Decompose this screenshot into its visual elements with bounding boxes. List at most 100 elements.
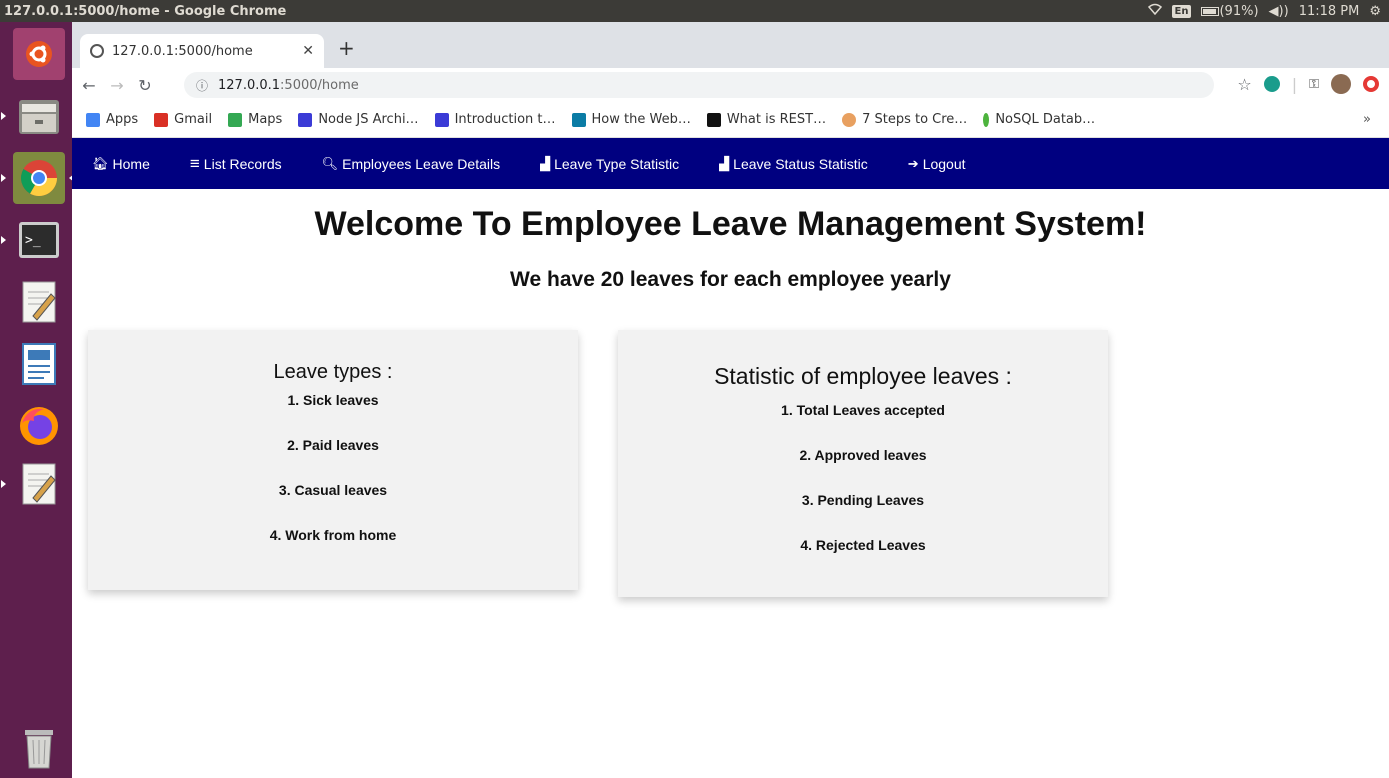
files-icon[interactable] [1, 90, 65, 142]
welcome-heading: Welcome To Employee Leave Management Sys… [72, 205, 1389, 244]
maps-icon [228, 112, 243, 127]
nav-label: Leave Status Statistic [733, 155, 868, 172]
writer-icon[interactable] [13, 338, 65, 390]
list-item: 3. Pending Leaves [801, 492, 925, 508]
leave-types-list: 1. Sick leaves 2. Paid leaves 3. Casual … [88, 392, 578, 572]
bookmark-label: Node JS Archi… [318, 112, 419, 127]
nav-label: Leave Type Statistic [554, 155, 680, 172]
svg-text:>_: >_ [25, 233, 41, 248]
password-key-icon[interactable]: ⚿ [1309, 77, 1319, 92]
bookmark-maps[interactable]: Maps [228, 112, 282, 127]
browser-tab[interactable]: 127.0.0.1:5000/home ✕ [80, 34, 324, 68]
avatar-icon [842, 112, 857, 127]
launcher: >_ [0, 22, 74, 778]
nav-home[interactable]: 🏠︎ Home [92, 156, 150, 172]
bookmark-label: NoSQL Datab… [995, 112, 1096, 127]
bookmark-gmail[interactable]: Gmail [154, 112, 212, 127]
nav-label: Employees Leave Details [342, 155, 501, 172]
volume-icon[interactable]: ◀)) [1269, 4, 1289, 19]
adblock-icon[interactable] [1363, 76, 1379, 92]
bookmarks-overflow-button[interactable]: » [1363, 112, 1371, 127]
bookmark-introduction[interactable]: Introduction t… [434, 112, 556, 127]
area-chart-icon: ▟ [540, 155, 551, 171]
firefox-icon[interactable] [13, 400, 65, 452]
leave-allowance-text: We have 20 leaves for each employee year… [510, 268, 951, 291]
url-host: 127.0.0.1 [218, 77, 281, 93]
nav-label: List Records [203, 155, 282, 172]
globe-icon [90, 44, 104, 58]
back-button[interactable]: ← [78, 76, 100, 95]
bookmarks-bar: Apps Gmail Maps Node JS Archi… Introduct… [72, 102, 1389, 138]
list-item: 2. Paid leaves [287, 437, 379, 453]
ubuntu-icon[interactable] [13, 28, 65, 80]
leave-statistics-list: 1. Total Leaves accepted 2. Approved lea… [618, 402, 1108, 582]
toolbar-extensions: ☆ | ⚿ [1237, 74, 1379, 94]
list-item: 3. Casual leaves [278, 482, 388, 498]
bookmark-label: Gmail [174, 112, 213, 127]
bookmark-apps[interactable]: Apps [86, 112, 138, 127]
chrome-icon[interactable] [1, 152, 74, 204]
logout-icon: ➔ [907, 155, 919, 171]
bookmark-label: Apps [106, 112, 139, 127]
bookmark-label: How the Web… [591, 112, 691, 127]
app-navbar: 🏠︎ Home ≡ List Records 🔍︎ Employees Leave D… [72, 138, 1389, 189]
dev-icon [298, 112, 313, 127]
home-icon: 🏠︎ [92, 155, 109, 171]
address-bar[interactable]: ⓘ 127.0.0.1:5000/home [184, 72, 1214, 98]
window-title: 127.0.0.1:5000/home - Google Chrome [4, 3, 287, 19]
toolbar-divider: | [1291, 74, 1298, 94]
bookmark-star-icon[interactable]: ☆ [1237, 75, 1251, 94]
dev-icon [434, 112, 449, 127]
tab-title: 127.0.0.1:5000/home [112, 43, 253, 59]
bookmark-what-is-rest[interactable]: What is REST… [706, 112, 827, 127]
profile-avatar[interactable] [1331, 74, 1351, 94]
keyboard-layout-indicator[interactable]: En [1171, 4, 1192, 18]
bookmark-7-steps[interactable]: 7 Steps to Cre… [842, 112, 967, 127]
leave-types-card: Leave types : 1. Sick leaves 2. Paid lea… [88, 330, 578, 590]
list-icon: ≡ [189, 153, 200, 173]
bookmark-label: Introduction t… [454, 112, 556, 127]
area-chart-icon: ▟ [719, 155, 730, 171]
list-item: 4. Rejected Leaves [800, 537, 926, 553]
bookmark-label: What is REST… [726, 112, 827, 127]
web-icon [571, 112, 586, 127]
leave-statistics-title: Statistic of employee leaves : [714, 363, 1012, 389]
nav-list-records[interactable]: ≡ List Records [190, 154, 282, 174]
bookmark-node-js[interactable]: Node JS Archi… [298, 112, 419, 127]
gmail-icon [154, 112, 169, 127]
clock[interactable]: 11:18 PM [1299, 4, 1360, 19]
nav-leave-status-statistic[interactable]: ▟ Leave Status Statistic [719, 156, 868, 172]
search-icon: 🔍︎ [321, 155, 339, 171]
site-info-icon[interactable]: ⓘ [196, 77, 208, 94]
leave-statistics-card: Statistic of employee leaves : 1. Total … [618, 330, 1108, 597]
system-tray: En (91%) ◀)) 11:18 PM ⚙ [1147, 0, 1381, 22]
new-tab-button[interactable]: + [338, 36, 355, 60]
terminal-icon[interactable]: >_ [1, 214, 65, 266]
bookmark-how-the-web[interactable]: How the Web… [571, 112, 691, 127]
wifi-icon[interactable] [1147, 3, 1162, 19]
reload-button[interactable]: ↻ [134, 76, 156, 95]
bookmark-nosql[interactable]: NoSQL Datab… [983, 112, 1095, 127]
power-settings-icon[interactable]: ⚙ [1369, 4, 1381, 19]
forward-button[interactable]: → [106, 76, 128, 95]
browser-tab-strip: 127.0.0.1:5000/home ✕ + [72, 22, 1389, 68]
list-item: 4. Work from home [269, 527, 397, 543]
bookmark-label: 7 Steps to Cre… [862, 112, 968, 127]
trash-icon[interactable] [13, 722, 65, 774]
extension-icon[interactable] [1263, 76, 1280, 92]
welcome-text: Welcome To Employee Leave Management Sys… [314, 205, 1147, 243]
list-item: 1. Total Leaves accepted [781, 402, 945, 418]
nav-employees-leave-details[interactable]: 🔍︎ Employees Leave Details [322, 156, 501, 172]
list-item: 1. Sick leaves [287, 392, 379, 408]
nav-label: Home [112, 155, 150, 172]
battery-indicator[interactable]: (91%) [1201, 4, 1259, 19]
text-editor-icon[interactable] [13, 276, 65, 328]
mongodb-leaf-icon [983, 112, 990, 127]
battery-icon [1201, 6, 1220, 16]
nav-leave-type-statistic[interactable]: ▟ Leave Type Statistic [540, 156, 679, 172]
apps-grid-icon [86, 112, 100, 127]
text-editor-icon[interactable] [1, 458, 65, 510]
close-tab-icon[interactable]: ✕ [302, 43, 314, 59]
nav-logout[interactable]: ➔ Logout [908, 156, 966, 172]
leave-types-title: Leave types : [273, 361, 393, 383]
